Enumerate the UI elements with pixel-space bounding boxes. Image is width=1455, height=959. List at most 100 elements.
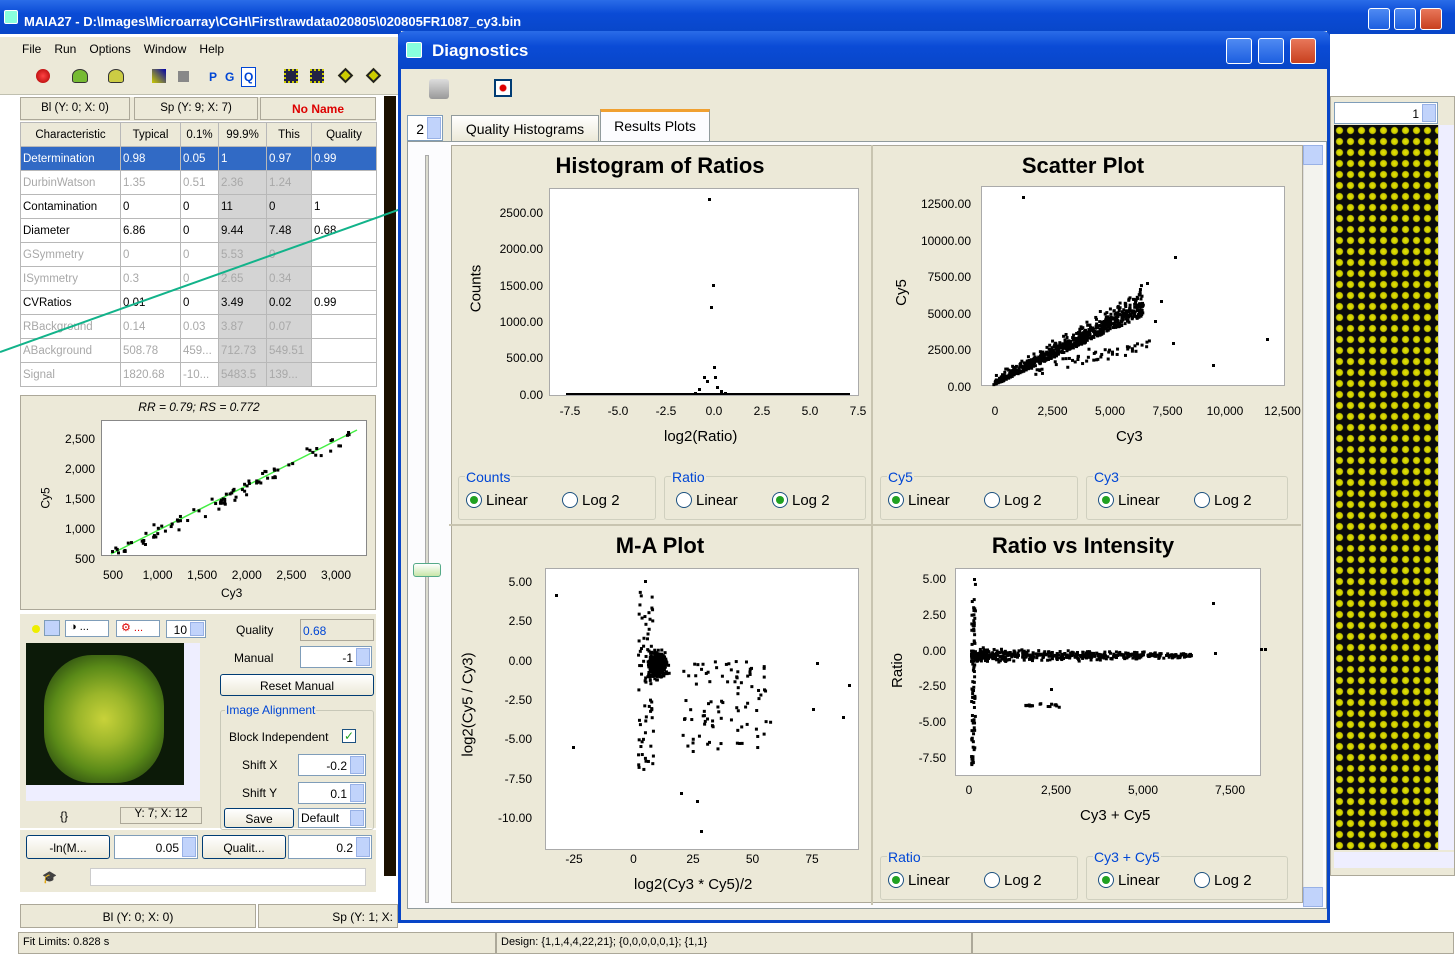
scatter-point — [1116, 347, 1120, 351]
ma-point — [640, 616, 644, 620]
rvi-point — [1077, 659, 1081, 663]
rvi-point — [973, 728, 977, 732]
scatter-point — [1078, 327, 1082, 331]
rvi-point — [1181, 652, 1185, 656]
ma-point — [651, 754, 655, 758]
cy5-linear-radio[interactable]: Linear — [888, 492, 950, 509]
rvi-point — [972, 705, 976, 709]
ma-point — [696, 663, 700, 667]
ratio2-linear-radio[interactable]: Linear — [888, 872, 950, 889]
scatter-point — [1126, 318, 1130, 322]
scatter-point — [1112, 316, 1116, 320]
scatter-point — [1124, 314, 1128, 318]
rvi-ytick: -7.50 — [918, 751, 946, 765]
rvi-point — [1172, 655, 1176, 659]
ma-point — [555, 594, 558, 597]
scatter-point — [1098, 320, 1102, 324]
rvi-point — [1046, 704, 1050, 708]
ma-point — [739, 681, 743, 685]
ma-point — [697, 734, 701, 738]
cy3cy5-linear-radio[interactable]: Linear — [1098, 872, 1160, 889]
ratio-log2-radio[interactable]: Log 2 — [772, 492, 830, 509]
ratio-linear-radio[interactable]: Linear — [676, 492, 738, 509]
ma-point — [648, 675, 652, 679]
scatter-point — [1140, 294, 1144, 298]
hist-ytick: 2500.00 — [499, 206, 543, 220]
rvi-point — [971, 680, 975, 684]
scatter-point — [1066, 344, 1070, 348]
scatter-point — [1080, 337, 1084, 341]
rvi-point — [1131, 656, 1135, 660]
scatter-point — [1106, 357, 1110, 361]
ma-point — [733, 680, 737, 684]
scatter-point — [1020, 359, 1024, 363]
cy3-log2-radio[interactable]: Log 2 — [1194, 492, 1252, 509]
hist-point — [708, 198, 711, 201]
rvi-point — [989, 653, 993, 657]
rvi-point — [1021, 653, 1025, 657]
rvi-point — [973, 675, 977, 679]
ma-point — [572, 746, 575, 749]
ma-point — [762, 666, 766, 670]
scatter-point — [1124, 302, 1128, 306]
scatter-point — [1040, 371, 1044, 375]
radio-off-icon — [1194, 872, 1210, 888]
scatter-point — [1049, 356, 1053, 360]
rvi-point — [1059, 657, 1063, 661]
scatter-point — [1004, 367, 1008, 371]
ma-point — [643, 704, 647, 708]
rvi-point — [1021, 650, 1025, 654]
cy5-log2-radio[interactable]: Log 2 — [984, 492, 1042, 509]
rvi-point — [1003, 649, 1007, 653]
cy3cy5-log2-radio[interactable]: Log 2 — [1194, 872, 1252, 889]
rvi-point — [1167, 655, 1171, 659]
hist-xtick: 7.5 — [849, 404, 867, 418]
radio-off-icon — [984, 492, 1000, 508]
ma-xtick: 75 — [805, 852, 819, 866]
rvi-point — [1040, 658, 1044, 662]
scatter-point — [1071, 358, 1075, 362]
rvi-point — [992, 647, 996, 651]
ma-point — [708, 680, 712, 684]
rvi-point — [1006, 653, 1010, 657]
ma-point — [661, 654, 665, 658]
hist-ylabel: Counts — [467, 264, 485, 313]
ma-point — [644, 676, 648, 680]
rvi-point — [1028, 704, 1032, 708]
counts-linear-radio[interactable]: Linear — [466, 492, 528, 509]
scatter-point — [1038, 361, 1042, 365]
ma-point — [637, 653, 641, 657]
cy3-linear-radio[interactable]: Linear — [1098, 492, 1160, 509]
counts-log2-radio[interactable]: Log 2 — [562, 492, 620, 509]
rvi-point — [1070, 650, 1074, 654]
ma-point — [646, 648, 650, 652]
rvi-point — [1159, 652, 1163, 656]
ma-point — [716, 747, 720, 751]
ma-point — [716, 705, 720, 709]
rvi-point — [1095, 658, 1099, 662]
rvi-point — [1089, 658, 1093, 662]
scatter-point — [994, 380, 998, 384]
hist-title: Histogram of Ratios — [555, 153, 765, 178]
rvi-point — [973, 607, 977, 611]
ma-point — [650, 700, 654, 704]
ma-point — [816, 662, 819, 665]
scatter-point — [1038, 369, 1042, 373]
rvi-point — [1063, 652, 1067, 656]
rvi-point — [971, 755, 975, 759]
rvi-point — [1011, 652, 1015, 656]
rvi-point — [1048, 658, 1052, 662]
scatter-point — [1091, 326, 1095, 330]
rvi-point — [1042, 651, 1046, 655]
scatter-point — [1134, 298, 1138, 302]
rvi-point — [1153, 651, 1157, 655]
ma-point — [660, 648, 664, 652]
rvi-point — [992, 652, 996, 656]
rvi-point — [971, 758, 975, 762]
ratio2-log2-radio[interactable]: Log 2 — [984, 872, 1042, 889]
ma-point — [665, 661, 669, 665]
hist-xlabel: log2(Ratio) — [664, 428, 738, 445]
ma-point — [719, 742, 723, 746]
rvi-ylabel: Ratio — [889, 652, 907, 689]
rvi-point — [1135, 657, 1139, 661]
